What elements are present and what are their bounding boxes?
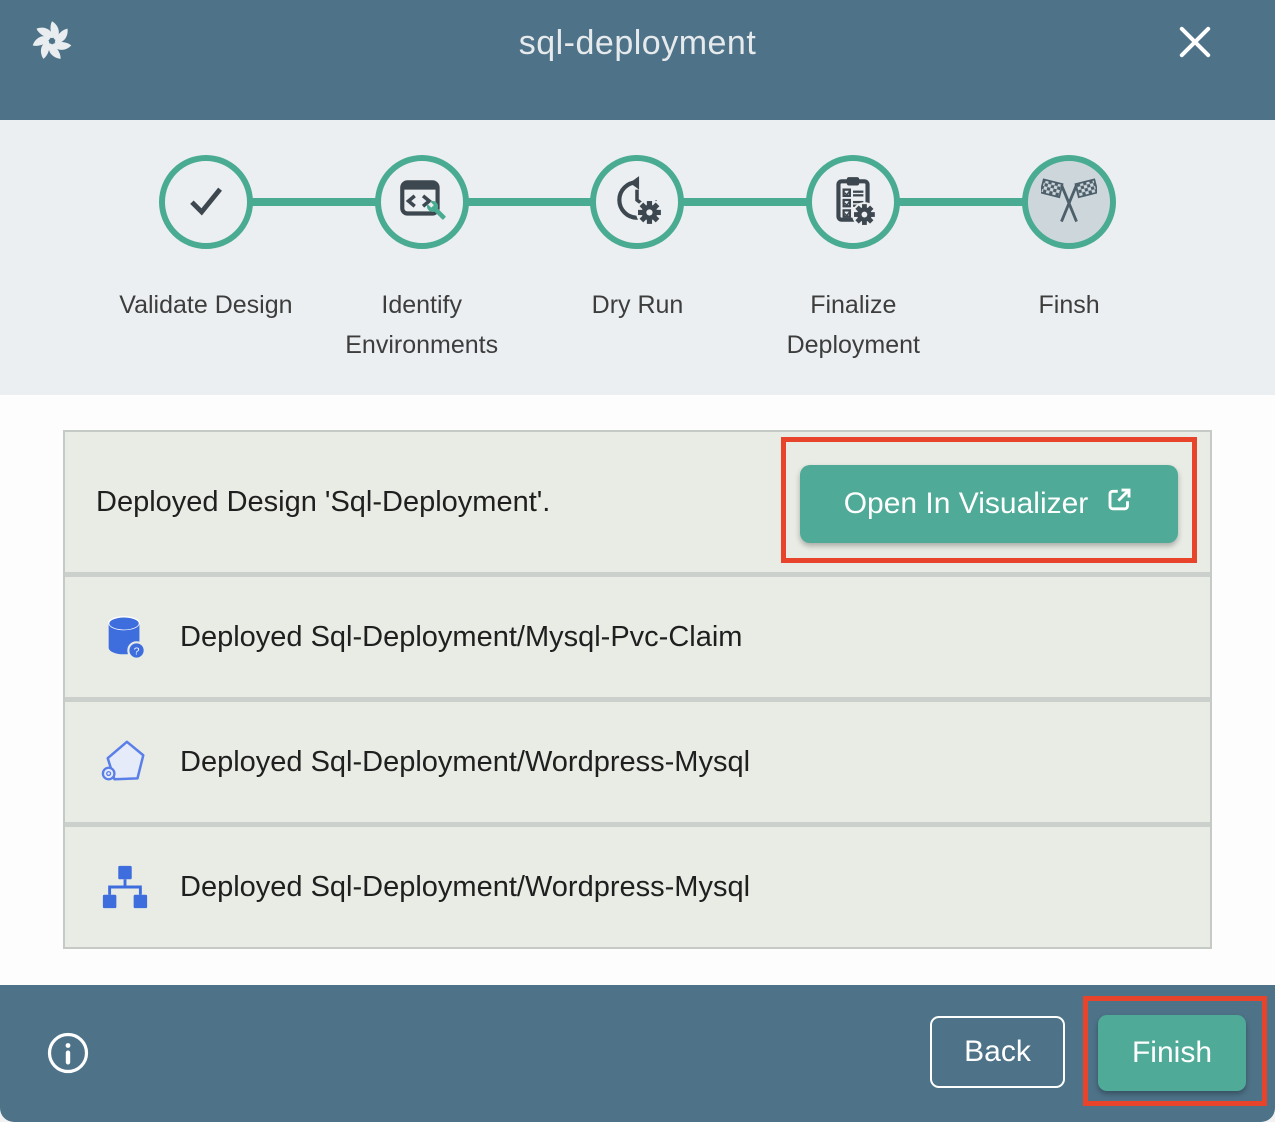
step-label: Dry Run (592, 285, 684, 325)
step-circle-dry-run (590, 155, 684, 249)
step-dry-run[interactable]: Dry Run (530, 120, 746, 365)
step-label: Validate Design (119, 285, 292, 325)
finish-flags-icon (1041, 172, 1097, 233)
code-config-icon (395, 173, 449, 232)
dialog-footer (0, 985, 1275, 1122)
deployment-stepper: Validate Design (0, 120, 1275, 395)
back-button[interactable]: Back (930, 1016, 1065, 1088)
dialog-header: sql-deployment (0, 0, 1275, 120)
deployed-item-row: Deployed Sql-Deployment/Wordpress-Mysql (65, 827, 1210, 947)
stepper-steps: Validate Design (0, 120, 1275, 365)
check-icon (180, 174, 232, 231)
database-icon: ? (100, 612, 150, 662)
results-area: Deployed Design 'Sql-Deployment'. Open I… (0, 395, 1275, 985)
deployed-item-text: Deployed Sql-Deployment/Wordpress-Mysql (180, 871, 750, 904)
step-label: Finalize Deployment (761, 285, 946, 365)
open-in-visualizer-button[interactable]: Open In Visualizer (800, 465, 1178, 543)
info-icon (46, 1063, 90, 1078)
step-circle-identify (375, 155, 469, 249)
summary-row: Deployed Design 'Sql-Deployment'. Open I… (65, 432, 1210, 572)
step-label: Identify Environments (329, 285, 514, 365)
pentagon-icon (100, 737, 150, 787)
step-validate-design[interactable]: Validate Design (98, 120, 314, 365)
deployment-wizard-dialog: sql-deployment Validate Design (0, 0, 1275, 1122)
info-button[interactable] (46, 1031, 90, 1075)
visualizer-button-label: Open In Visualizer (844, 487, 1089, 521)
deployed-item-text: Deployed Sql-Deployment/Mysql-Pvc-Claim (180, 621, 742, 654)
summary-text: Deployed Design 'Sql-Deployment'. (96, 486, 550, 519)
step-circle-finalize (806, 155, 900, 249)
deployed-item-text: Deployed Sql-Deployment/Wordpress-Mysql (180, 746, 750, 779)
finalize-checklist-icon (826, 173, 880, 232)
dialog-title: sql-deployment (0, 24, 1275, 63)
close-button[interactable] (1173, 20, 1217, 64)
svg-text:?: ? (134, 645, 140, 657)
finish-button[interactable]: Finish (1098, 1015, 1246, 1091)
results-panel: Deployed Design 'Sql-Deployment'. Open I… (63, 430, 1212, 949)
deployed-item-row: ? Deployed Sql-Deployment/Mysql-Pvc-Clai… (65, 577, 1210, 697)
sitemap-icon (100, 862, 150, 912)
deployed-item-row: Deployed Sql-Deployment/Wordpress-Mysql (65, 702, 1210, 822)
step-label: Finsh (1039, 285, 1100, 325)
step-finalize-deployment[interactable]: Finalize Deployment (745, 120, 961, 365)
dry-run-icon (610, 173, 664, 232)
step-finish[interactable]: Finsh (961, 120, 1177, 365)
open-in-new-icon (1104, 485, 1134, 523)
step-circle-validate (159, 155, 253, 249)
step-identify-environments[interactable]: Identify Environments (314, 120, 530, 365)
step-circle-finish (1022, 155, 1116, 249)
close-icon (1173, 52, 1217, 67)
